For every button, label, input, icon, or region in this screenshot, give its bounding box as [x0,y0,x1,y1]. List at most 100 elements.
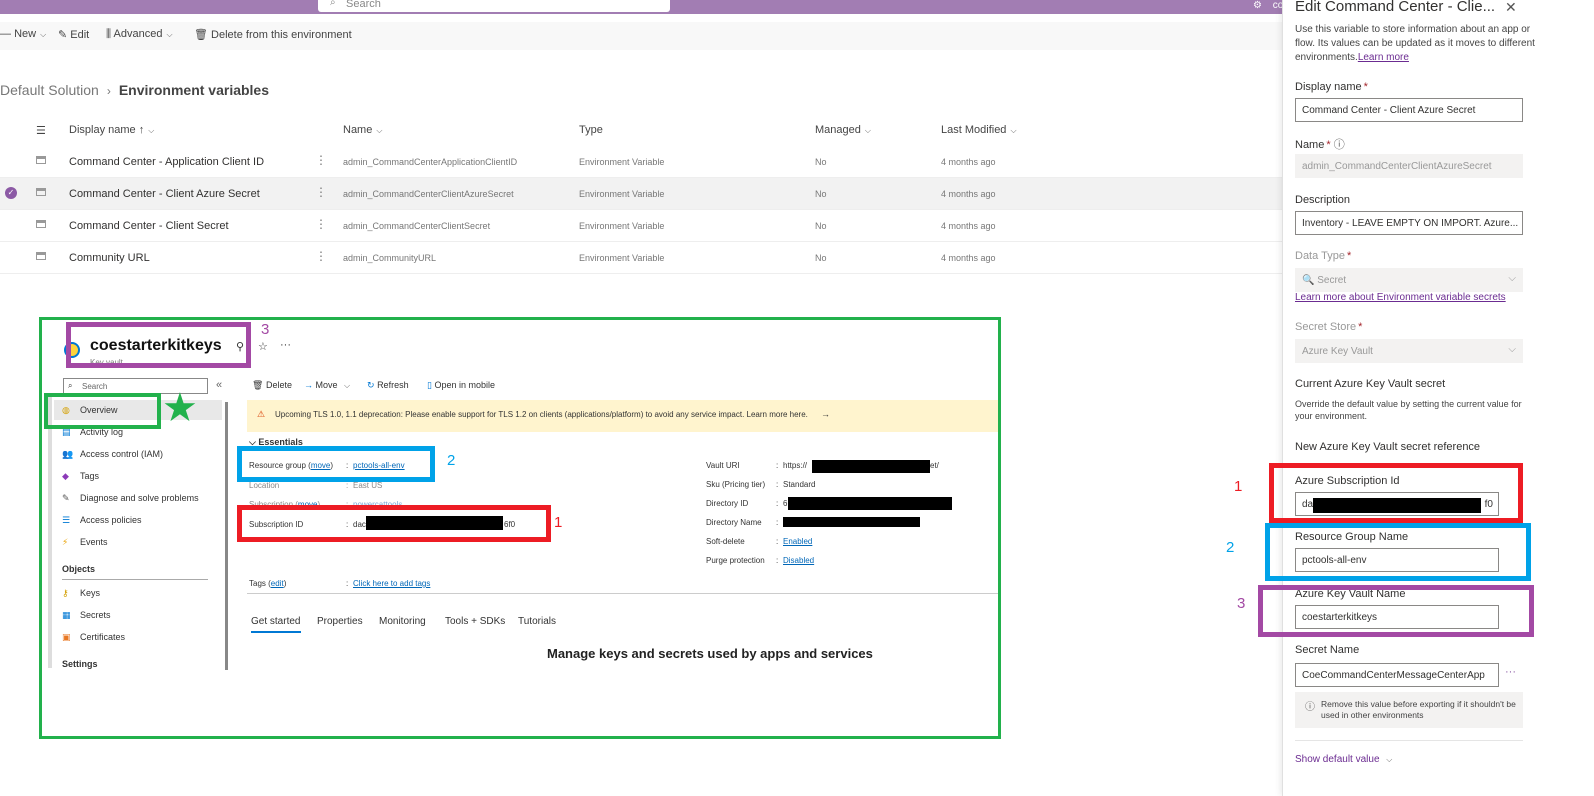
row-display-name[interactable]: Command Center - Client Azure Secret [69,188,260,200]
more-icon[interactable]: ··· [1505,666,1516,678]
advanced-button[interactable]: ⫼ Advanced ⌵ [106,28,173,41]
global-search-input[interactable]: ⌕ Search [318,0,670,12]
info-icon: ⓘ [1305,702,1315,713]
edit-button[interactable]: ✎ Edit [58,28,89,41]
divider [247,593,998,594]
column-name[interactable]: Name ⌵ [343,124,382,136]
list-view-icon[interactable]: ☰ [36,124,46,137]
colon: : [776,556,779,565]
breadcrumb-parent[interactable]: Default Solution [0,82,99,98]
refresh-button[interactable]: ↻ Refresh [367,380,409,391]
more-icon[interactable]: ··· [280,339,291,351]
more-options-icon[interactable]: ⋮ [315,249,327,263]
add-tags-link[interactable]: Click here to add tags [353,579,430,588]
secrets-learn-more-link[interactable]: Learn more about Environment variable se… [1295,292,1506,303]
collapse-icon[interactable]: « [216,379,222,391]
vault-uri-prefix: https:// [783,461,808,470]
current-secret-text: Override the default value by setting th… [1295,399,1522,421]
chevron-down-icon: ⌵ [1508,344,1516,355]
table-row[interactable]: Community URL ⋮ admin_CommunityURL Envir… [0,242,1310,274]
arrow-right-icon[interactable]: → [821,409,830,419]
search-placeholder: Search [346,0,381,10]
chevron-down-icon: ⌵ [1508,273,1516,284]
column-managed[interactable]: Managed ⌵ [815,124,871,136]
prop-directory-name: Directory Name [706,518,762,527]
info-icon[interactable]: ⓘ [1334,139,1345,151]
nav-keys[interactable]: Keys [80,588,100,598]
row-name: admin_CommandCenterClientAzureSecret [343,189,514,199]
display-name-input[interactable]: Command Center - Client Azure Secret [1295,98,1523,122]
prop-sku: Sku (Pricing tier) [706,480,766,489]
row-display-name[interactable]: Command Center - Client Secret [69,220,229,232]
nav-scrollbar[interactable] [225,402,228,670]
nav-section-objects: Objects [62,564,96,574]
soft-delete-link[interactable]: Enabled [783,537,812,546]
location-value: East US [353,481,383,490]
table-row[interactable]: Command Center - Application Client ID ⋮… [0,146,1310,178]
new-reference-header: New Azure Key Vault secret reference [1295,441,1481,453]
checkmark-icon[interactable]: ✓ [5,187,17,199]
colon: : [776,537,779,546]
tab-properties[interactable]: Properties [317,616,363,627]
chevron-right-icon: › [106,84,111,98]
secret-store-label: Secret Store * [1295,321,1363,333]
row-modified: 4 months ago [941,253,996,263]
delete-button[interactable]: 🗑 Delete [252,380,292,391]
certificate-icon: ▣ [62,632,71,642]
sku-value: Standard [783,480,816,489]
column-type[interactable]: Type [579,124,603,136]
nav-certificates[interactable]: Certificates [80,632,125,642]
show-default-value-button[interactable]: Show default value ⌵ [1295,754,1392,765]
more-options-icon[interactable]: ⋮ [315,217,327,231]
row-name: admin_CommandCenterApplicationClientID [343,157,518,167]
data-type-select: 🔍 Secret ⌵ [1295,268,1523,292]
nav-tags[interactable]: Tags [80,471,99,481]
highlight-panel-subscription [1269,463,1523,523]
tab-monitoring[interactable]: Monitoring [379,616,426,627]
star-icon[interactable]: ☆ [258,340,268,353]
nav-access-control[interactable]: Access control (IAM) [80,449,163,459]
column-display-name[interactable]: Display name ↑ ⌵ [69,124,154,136]
more-options-icon[interactable]: ⋮ [315,153,327,167]
close-icon[interactable]: ✕ [1505,0,1517,16]
access-policies-icon: ☰ [62,515,71,525]
tags-edit-link[interactable]: edit [271,579,284,588]
secret-name-input[interactable]: CoeCommandCenterMessageCenterApp [1295,663,1499,687]
tab-get-started[interactable]: Get started [251,616,300,627]
description-input[interactable]: Inventory - LEAVE EMPTY ON IMPORT. Azure… [1295,211,1523,235]
highlight-keyvault-name [66,322,251,368]
nav-events[interactable]: Events [80,537,108,547]
nav-access-policies[interactable]: Access policies [80,515,142,525]
open-mobile-button[interactable]: ▯ Open in mobile [427,380,495,391]
learn-more-link[interactable]: Learn more [1358,52,1409,63]
vault-uri-suffix: et/ [930,461,939,470]
row-modified: 4 months ago [941,189,996,199]
star-icon: ★ [162,386,198,430]
record-icon [36,156,46,164]
tab-tools-sdks[interactable]: Tools + SDKs [445,616,505,627]
record-icon [36,188,46,196]
delete-button[interactable]: 🗑 Delete from this environment [194,28,352,41]
pencil-icon: ✎ [58,29,68,41]
settings-icon[interactable]: ⚙ [1253,0,1262,11]
tab-tutorials[interactable]: Tutorials [518,616,556,627]
more-options-icon[interactable]: ⋮ [315,185,327,199]
lightning-icon: ⚡ [62,537,69,547]
prop-purge-protection: Purge protection [706,556,765,565]
prop-directory-id: Directory ID [706,499,749,508]
move-button[interactable]: → Move ⌵ [304,380,350,391]
divider [62,579,208,580]
nav-diagnose[interactable]: Diagnose and solve problems [80,493,199,503]
column-last-modified[interactable]: Last Modified ⌵ [941,124,1017,136]
new-button[interactable]: — New ⌵ [0,28,46,40]
row-display-name[interactable]: Community URL [69,252,150,264]
nav-secrets[interactable]: Secrets [80,610,111,620]
annotation-number: 3 [1237,595,1246,612]
row-display-name[interactable]: Command Center - Application Client ID [69,156,264,168]
iam-icon: 👥 [62,449,74,459]
table-row[interactable]: ✓ Command Center - Client Azure Secret ⋮… [0,178,1310,210]
arrow-right-icon: → [304,380,313,390]
table-row[interactable]: Command Center - Client Secret ⋮ admin_C… [0,210,1310,242]
purge-protection-link[interactable]: Disabled [783,556,814,565]
highlight-panel-resource-group [1265,523,1531,581]
